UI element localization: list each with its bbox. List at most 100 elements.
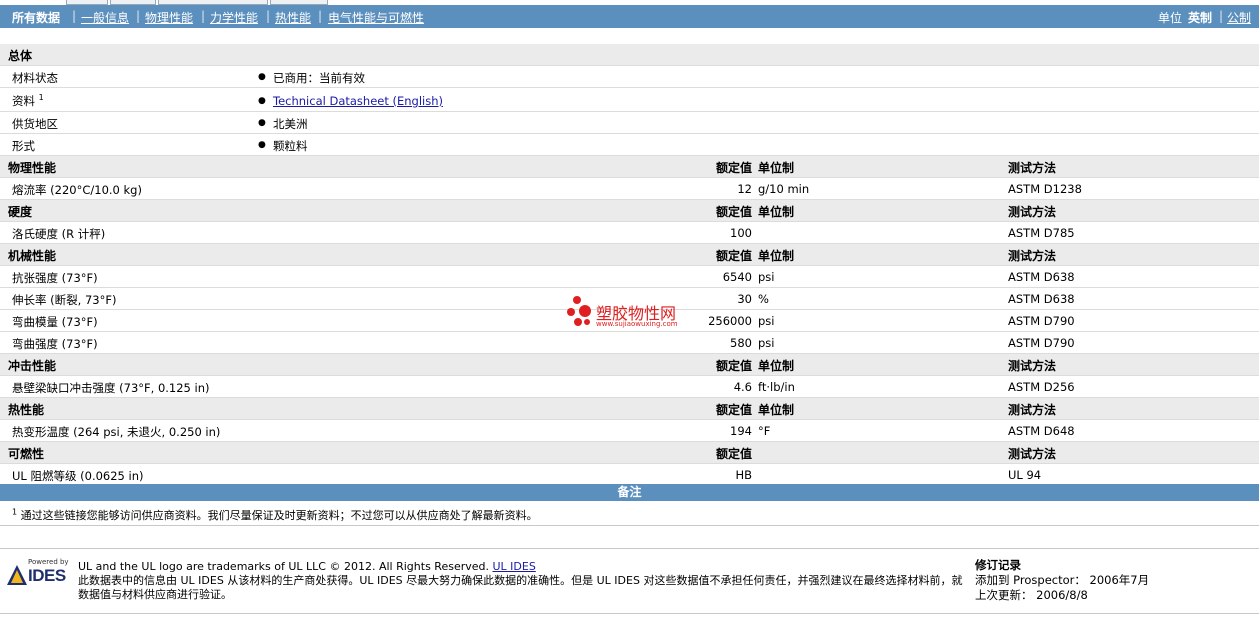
property-value: 已商用：当前有效 xyxy=(273,71,365,85)
col-header-method: 测试方法 xyxy=(1008,205,1057,219)
property-name: UL 阻燃等级 (0.0625 in) xyxy=(12,469,144,483)
table-row: UL 阻燃等级 (0.0625 in) HB UL 94 xyxy=(0,464,1259,486)
watermark: 塑胶物性网 www.sujiaowuxing.com xyxy=(567,296,707,336)
property-value: 100 xyxy=(730,226,752,240)
remarks-note-text: 通过这些链接您能够访问供应商资料。我们尽量保证及时更新资料；不过您可以从供应商处… xyxy=(20,509,538,522)
col-header-unit: 单位制 xyxy=(758,359,795,373)
col-header-method: 测试方法 xyxy=(1008,161,1057,175)
section-header-thermal: 热性能 额定值 单位制 测试方法 xyxy=(0,398,1259,420)
section-title: 冲击性能 xyxy=(8,359,57,373)
property-value: 4.6 xyxy=(733,380,752,394)
table-row: 熔流率 (220°C/10.0 kg) 12 g/10 min ASTM D12… xyxy=(0,178,1259,200)
property-unit: g/10 min xyxy=(758,182,810,196)
footer-text: UL and the UL logo are trademarks of UL … xyxy=(78,560,968,602)
test-method: ASTM D790 xyxy=(1008,314,1075,328)
ides-logo-icon xyxy=(7,565,27,585)
nav-separator: | xyxy=(136,9,141,23)
nav-separator: | xyxy=(201,9,206,23)
property-name: 抗张强度 (73°F) xyxy=(12,271,98,285)
table-row: 抗张强度 (73°F) 6540 psi ASTM D638 xyxy=(0,266,1259,288)
property-name: 洛氏硬度 (R 计秤) xyxy=(12,227,106,241)
nav-separator: | xyxy=(1219,9,1224,23)
watermark-dot xyxy=(574,318,582,326)
table-row: 材料状态 ● 已商用：当前有效 xyxy=(0,66,1259,88)
col-header-nominal: 额定值 xyxy=(715,161,752,175)
units-label: 单位 xyxy=(1158,11,1183,25)
section-title: 机械性能 xyxy=(8,249,57,263)
divider xyxy=(0,548,1259,549)
section-title: 可燃性 xyxy=(8,447,45,461)
nav-physical[interactable]: 物理性能 xyxy=(145,9,193,26)
nav-separator: | xyxy=(266,9,271,23)
footnote-mark: 1 xyxy=(12,507,18,517)
datasheet-link[interactable]: Technical Datasheet (English) xyxy=(273,94,443,108)
section-header-general: 总体 xyxy=(0,44,1259,66)
nav-general-info[interactable]: 一般信息 xyxy=(81,9,129,26)
ul-ides-link[interactable]: UL IDES xyxy=(493,560,536,573)
property-value: 194 xyxy=(730,424,752,438)
bullet-icon: ● xyxy=(258,140,266,150)
test-method: ASTM D648 xyxy=(1008,424,1075,438)
test-method: ASTM D638 xyxy=(1008,270,1075,284)
nav-separator: | xyxy=(318,9,323,23)
footnote-mark: 1 xyxy=(38,93,44,103)
nav-all-data[interactable]: 所有数据 xyxy=(12,9,60,26)
property-unit: % xyxy=(758,292,769,306)
property-value: 256000 xyxy=(708,314,752,328)
table-row: 悬壁梁缺口冲击强度 (73°F, 0.125 in) 4.6 ft·lb/in … xyxy=(0,376,1259,398)
col-header-unit: 单位制 xyxy=(758,249,795,263)
unit-metric[interactable]: 公制 xyxy=(1227,9,1251,26)
property-unit: psi xyxy=(758,314,775,328)
watermark-dot xyxy=(579,305,591,317)
col-header-nominal: 额定值 xyxy=(715,447,752,461)
powered-by-label: Powered by xyxy=(28,558,69,566)
table-row: 洛氏硬度 (R 计秤) 100 ASTM D785 xyxy=(0,222,1259,244)
unit-english[interactable]: 英制 xyxy=(1188,9,1212,26)
nav-thermal[interactable]: 热性能 xyxy=(275,9,311,26)
property-value: 12 xyxy=(737,182,752,196)
watermark-url: www.sujiaowuxing.com xyxy=(596,320,678,328)
nav-separator: | xyxy=(72,9,77,23)
section-title: 硬度 xyxy=(8,205,33,219)
watermark-dot xyxy=(573,296,581,304)
col-header-unit: 单位制 xyxy=(758,205,795,219)
property-name: 资料 1 xyxy=(12,93,44,108)
test-method: ASTM D256 xyxy=(1008,380,1075,394)
bullet-icon: ● xyxy=(258,118,266,128)
table-row: 供货地区 ● 北美洲 xyxy=(0,112,1259,134)
ides-logo-text: IDES xyxy=(28,566,66,585)
test-method: ASTM D790 xyxy=(1008,336,1075,350)
test-method: UL 94 xyxy=(1008,468,1042,482)
section-header-impact: 冲击性能 额定值 单位制 测试方法 xyxy=(0,354,1259,376)
trademark-text: UL and the UL logo are trademarks of UL … xyxy=(78,560,489,573)
disclaimer-text: 此数据表中的信息由 UL IDES 从该材料的生产商处获得。UL IDES 尽最… xyxy=(78,574,963,601)
revision-added: 添加到 Prospector： 2006年7月 xyxy=(975,573,1150,587)
property-name: 悬壁梁缺口冲击强度 (73°F, 0.125 in) xyxy=(12,381,210,395)
table-row: 资料 1 ● Technical Datasheet (English) xyxy=(0,88,1259,112)
property-unit: ft·lb/in xyxy=(758,380,795,394)
nav-electrical-flammability[interactable]: 电气性能与可燃性 xyxy=(328,9,424,26)
watermark-dot xyxy=(584,319,590,325)
section-title: 热性能 xyxy=(8,403,45,417)
property-value: HB xyxy=(735,468,752,482)
section-header-mechanical: 机械性能 额定值 单位制 测试方法 xyxy=(0,244,1259,266)
col-header-method: 测试方法 xyxy=(1008,249,1057,263)
test-method: ASTM D785 xyxy=(1008,226,1075,240)
col-header-unit: 单位制 xyxy=(758,403,795,417)
property-table: 总体 材料状态 ● 已商用：当前有效 资料 1 ● Technical Data… xyxy=(0,44,1259,486)
section-title: 总体 xyxy=(8,49,33,63)
col-header-method: 测试方法 xyxy=(1008,403,1057,417)
test-method: ASTM D1238 xyxy=(1008,182,1082,196)
property-name: 材料状态 xyxy=(12,71,58,85)
property-name: 伸长率 (断裂, 73°F) xyxy=(12,293,117,307)
nav-mechanical[interactable]: 力学性能 xyxy=(210,9,258,26)
divider xyxy=(0,613,1259,614)
property-name: 形式 xyxy=(12,139,35,153)
property-unit: °F xyxy=(758,424,771,438)
property-value: 580 xyxy=(730,336,752,350)
property-value: 颗粒料 xyxy=(273,139,308,153)
property-name: 弯曲强度 (73°F) xyxy=(12,337,98,351)
trademark-line: UL and the UL logo are trademarks of UL … xyxy=(78,560,968,574)
col-header-nominal: 额定值 xyxy=(715,249,752,263)
divider xyxy=(0,525,1259,526)
